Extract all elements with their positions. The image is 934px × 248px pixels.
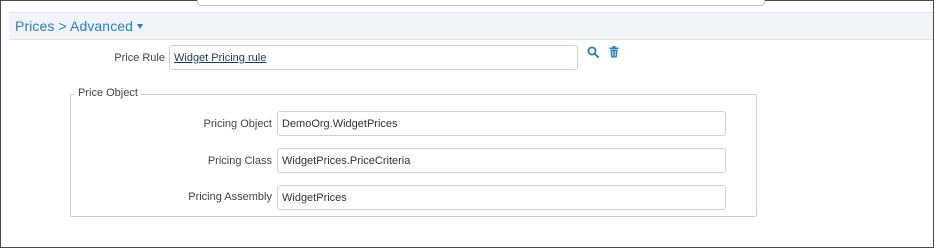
window-frame: Prices > Advanced Price Rule Widget Pric…: [0, 0, 934, 248]
price-rule-label: Price Rule: [114, 52, 165, 64]
price-rule-field[interactable]: Widget Pricing rule: [169, 45, 578, 70]
breadcrumb-root[interactable]: Prices: [15, 18, 55, 34]
pricing-class-label: Pricing Class: [207, 155, 272, 167]
breadcrumb-current[interactable]: Advanced: [70, 18, 133, 34]
caret-down-icon[interactable]: [137, 24, 144, 29]
price-object-legend: Price Object: [75, 87, 141, 99]
section-title-dropdown[interactable]: Prices > Advanced: [15, 18, 144, 34]
trash-icon[interactable]: [609, 46, 619, 58]
pricing-object-label: Pricing Object: [203, 118, 272, 130]
pricing-assembly-label: Pricing Assembly: [188, 191, 272, 203]
breadcrumb-separator: >: [58, 18, 67, 34]
pricing-object-input[interactable]: DemoOrg.WidgetPrices: [277, 111, 726, 136]
section-header: Prices > Advanced: [9, 12, 933, 40]
pricing-assembly-input[interactable]: WidgetPrices: [277, 185, 726, 210]
search-icon[interactable]: [587, 46, 599, 58]
top-input-field-edge[interactable]: [197, 0, 765, 6]
price-rule-link[interactable]: Widget Pricing rule: [174, 52, 266, 64]
pricing-class-input[interactable]: WidgetPrices.PriceCriteria: [277, 148, 726, 173]
